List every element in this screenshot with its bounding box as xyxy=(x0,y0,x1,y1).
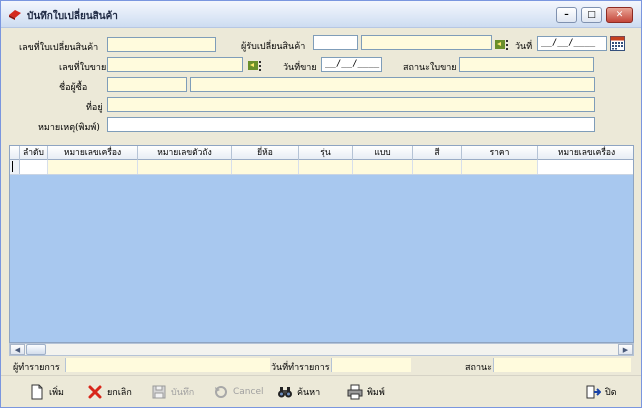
close-window-button[interactable]: ✕ xyxy=(606,7,633,23)
invoice-status-label: สถานะใบขาย xyxy=(403,63,457,73)
add-button[interactable]: เพิ่ม xyxy=(29,381,64,403)
minimize-button[interactable]: – xyxy=(556,7,577,23)
search-label: ค้นหา xyxy=(297,388,321,398)
cancel-label: Cancel xyxy=(233,387,264,397)
exit-door-icon xyxy=(586,385,601,399)
operator-value xyxy=(65,358,270,372)
cell-engine-no[interactable] xyxy=(48,160,138,174)
cell-color[interactable] xyxy=(413,160,462,174)
note-input[interactable] xyxy=(107,117,595,132)
exchanger-code-input[interactable] xyxy=(313,35,358,50)
table-row[interactable] xyxy=(10,160,633,175)
horizontal-scrollbar[interactable]: ◀ ▶ xyxy=(9,343,634,356)
invoice-no-input[interactable] xyxy=(107,57,243,72)
close-button[interactable]: ปิด xyxy=(585,381,617,403)
save-label: บันทึก xyxy=(171,388,195,398)
operator-label: ผู้ทำรายการ xyxy=(13,363,60,373)
status-value xyxy=(493,358,631,372)
print-button[interactable]: พิมพ์ xyxy=(347,381,385,403)
printer-icon xyxy=(347,384,363,400)
note-label: หมายเหตุ(พิมพ์) xyxy=(38,123,100,133)
date-value: __/__/____ xyxy=(541,38,596,48)
sale-date-label: วันที่ขาย xyxy=(283,63,317,73)
bottom-toolbar: เพิ่ม ยกเลิก บันทึก Cancel ค้นหา พิมพ์ ป… xyxy=(1,375,641,407)
save-disk-icon xyxy=(152,385,166,399)
maximize-icon: □ xyxy=(587,10,596,20)
exchange-no-label: เลขที่ใบเปลี่ยนสินค้า xyxy=(19,43,99,53)
status-bar: ผู้ทำรายการ วันที่ทำรายการ สถานะ xyxy=(9,357,634,373)
sale-date-input[interactable]: __/__/____ xyxy=(321,57,382,72)
calendar-icon[interactable] xyxy=(610,36,625,51)
app-icon xyxy=(9,10,21,20)
cell-seq[interactable] xyxy=(20,160,48,174)
delete-x-icon xyxy=(88,385,102,399)
binoculars-icon xyxy=(278,387,292,398)
date-input[interactable]: __/__/____ xyxy=(537,36,607,51)
close-label: ปิด xyxy=(605,388,617,398)
search-button[interactable]: ค้นหา xyxy=(277,381,320,403)
col-engine-no[interactable]: หมายเลขเครื่อง xyxy=(48,146,138,160)
col-model[interactable]: รุ่น xyxy=(299,146,353,160)
txn-date-label: วันที่ทำรายการ xyxy=(271,363,330,373)
sale-date-value: __/__/____ xyxy=(325,59,380,69)
cell-type[interactable] xyxy=(353,160,413,174)
cell-chassis-no[interactable] xyxy=(138,160,232,174)
new-document-icon xyxy=(31,384,43,400)
cancel-document-label: ยกเลิก xyxy=(107,388,132,398)
buyer-name-input[interactable] xyxy=(190,77,595,92)
address-label: ที่อยู่ xyxy=(86,103,103,113)
scroll-thumb[interactable] xyxy=(26,344,46,355)
maximize-button[interactable]: □ xyxy=(581,7,602,23)
exchanger-name-input[interactable] xyxy=(361,35,492,50)
scroll-left-icon[interactable]: ◀ xyxy=(10,344,25,355)
lookup-icon[interactable] xyxy=(248,60,262,71)
col-type[interactable]: แบบ xyxy=(353,146,413,160)
exchanger-label: ผู้รับเปลี่ยนสินค้า xyxy=(241,42,306,52)
items-grid[interactable]: ลำดับ หมายเลขเครื่อง หมายเลขตัวถัง ยี่ห้… xyxy=(9,145,634,343)
status-label: สถานะ xyxy=(465,363,492,373)
exchange-no-input[interactable] xyxy=(107,37,216,52)
undo-icon xyxy=(215,386,227,398)
close-icon: ✕ xyxy=(615,10,624,20)
address-input[interactable] xyxy=(107,97,595,112)
cancel-document-button[interactable]: ยกเลิก xyxy=(87,381,132,403)
date-label: วันที่ xyxy=(515,42,533,52)
grid-header: ลำดับ หมายเลขเครื่อง หมายเลขตัวถัง ยี่ห้… xyxy=(10,146,633,160)
cell-engine-no-2[interactable] xyxy=(538,160,633,174)
buyer-code-input[interactable] xyxy=(107,77,187,92)
invoice-no-label: เลขที่ใบขาย xyxy=(59,63,107,73)
lookup-icon[interactable] xyxy=(495,39,509,50)
col-color[interactable]: สี xyxy=(413,146,462,160)
cell-price[interactable] xyxy=(462,160,538,174)
col-chassis-no[interactable]: หมายเลขตัวถัง xyxy=(138,146,232,160)
save-button[interactable]: บันทึก xyxy=(151,381,194,403)
grid-header-indicator xyxy=(10,146,20,160)
row-indicator xyxy=(10,160,20,174)
cell-model[interactable] xyxy=(299,160,353,174)
txn-date-value xyxy=(331,358,411,372)
window-title: บันทึกใบเปลี่ยนสินค้า xyxy=(27,11,118,22)
title-bar[interactable]: บันทึกใบเปลี่ยนสินค้า – □ ✕ xyxy=(1,1,641,28)
cancel-button[interactable]: Cancel xyxy=(213,381,264,403)
buyer-name-label: ชื่อผู้ซื้อ xyxy=(59,83,88,93)
exchange-window: บันทึกใบเปลี่ยนสินค้า – □ ✕ เลขที่ใบเปลี… xyxy=(0,0,642,408)
invoice-status-input[interactable] xyxy=(459,57,594,72)
col-brand[interactable]: ยี่ห้อ xyxy=(232,146,299,160)
scroll-right-icon[interactable]: ▶ xyxy=(618,344,633,355)
print-label: พิมพ์ xyxy=(367,388,385,398)
add-label: เพิ่ม xyxy=(49,388,64,398)
col-seq[interactable]: ลำดับ xyxy=(20,146,48,160)
col-price[interactable]: ราคา xyxy=(462,146,538,160)
cell-brand[interactable] xyxy=(232,160,299,174)
col-engine-no-2[interactable]: หมายเลขเครื่อง xyxy=(538,146,633,160)
minimize-icon: – xyxy=(564,10,569,20)
